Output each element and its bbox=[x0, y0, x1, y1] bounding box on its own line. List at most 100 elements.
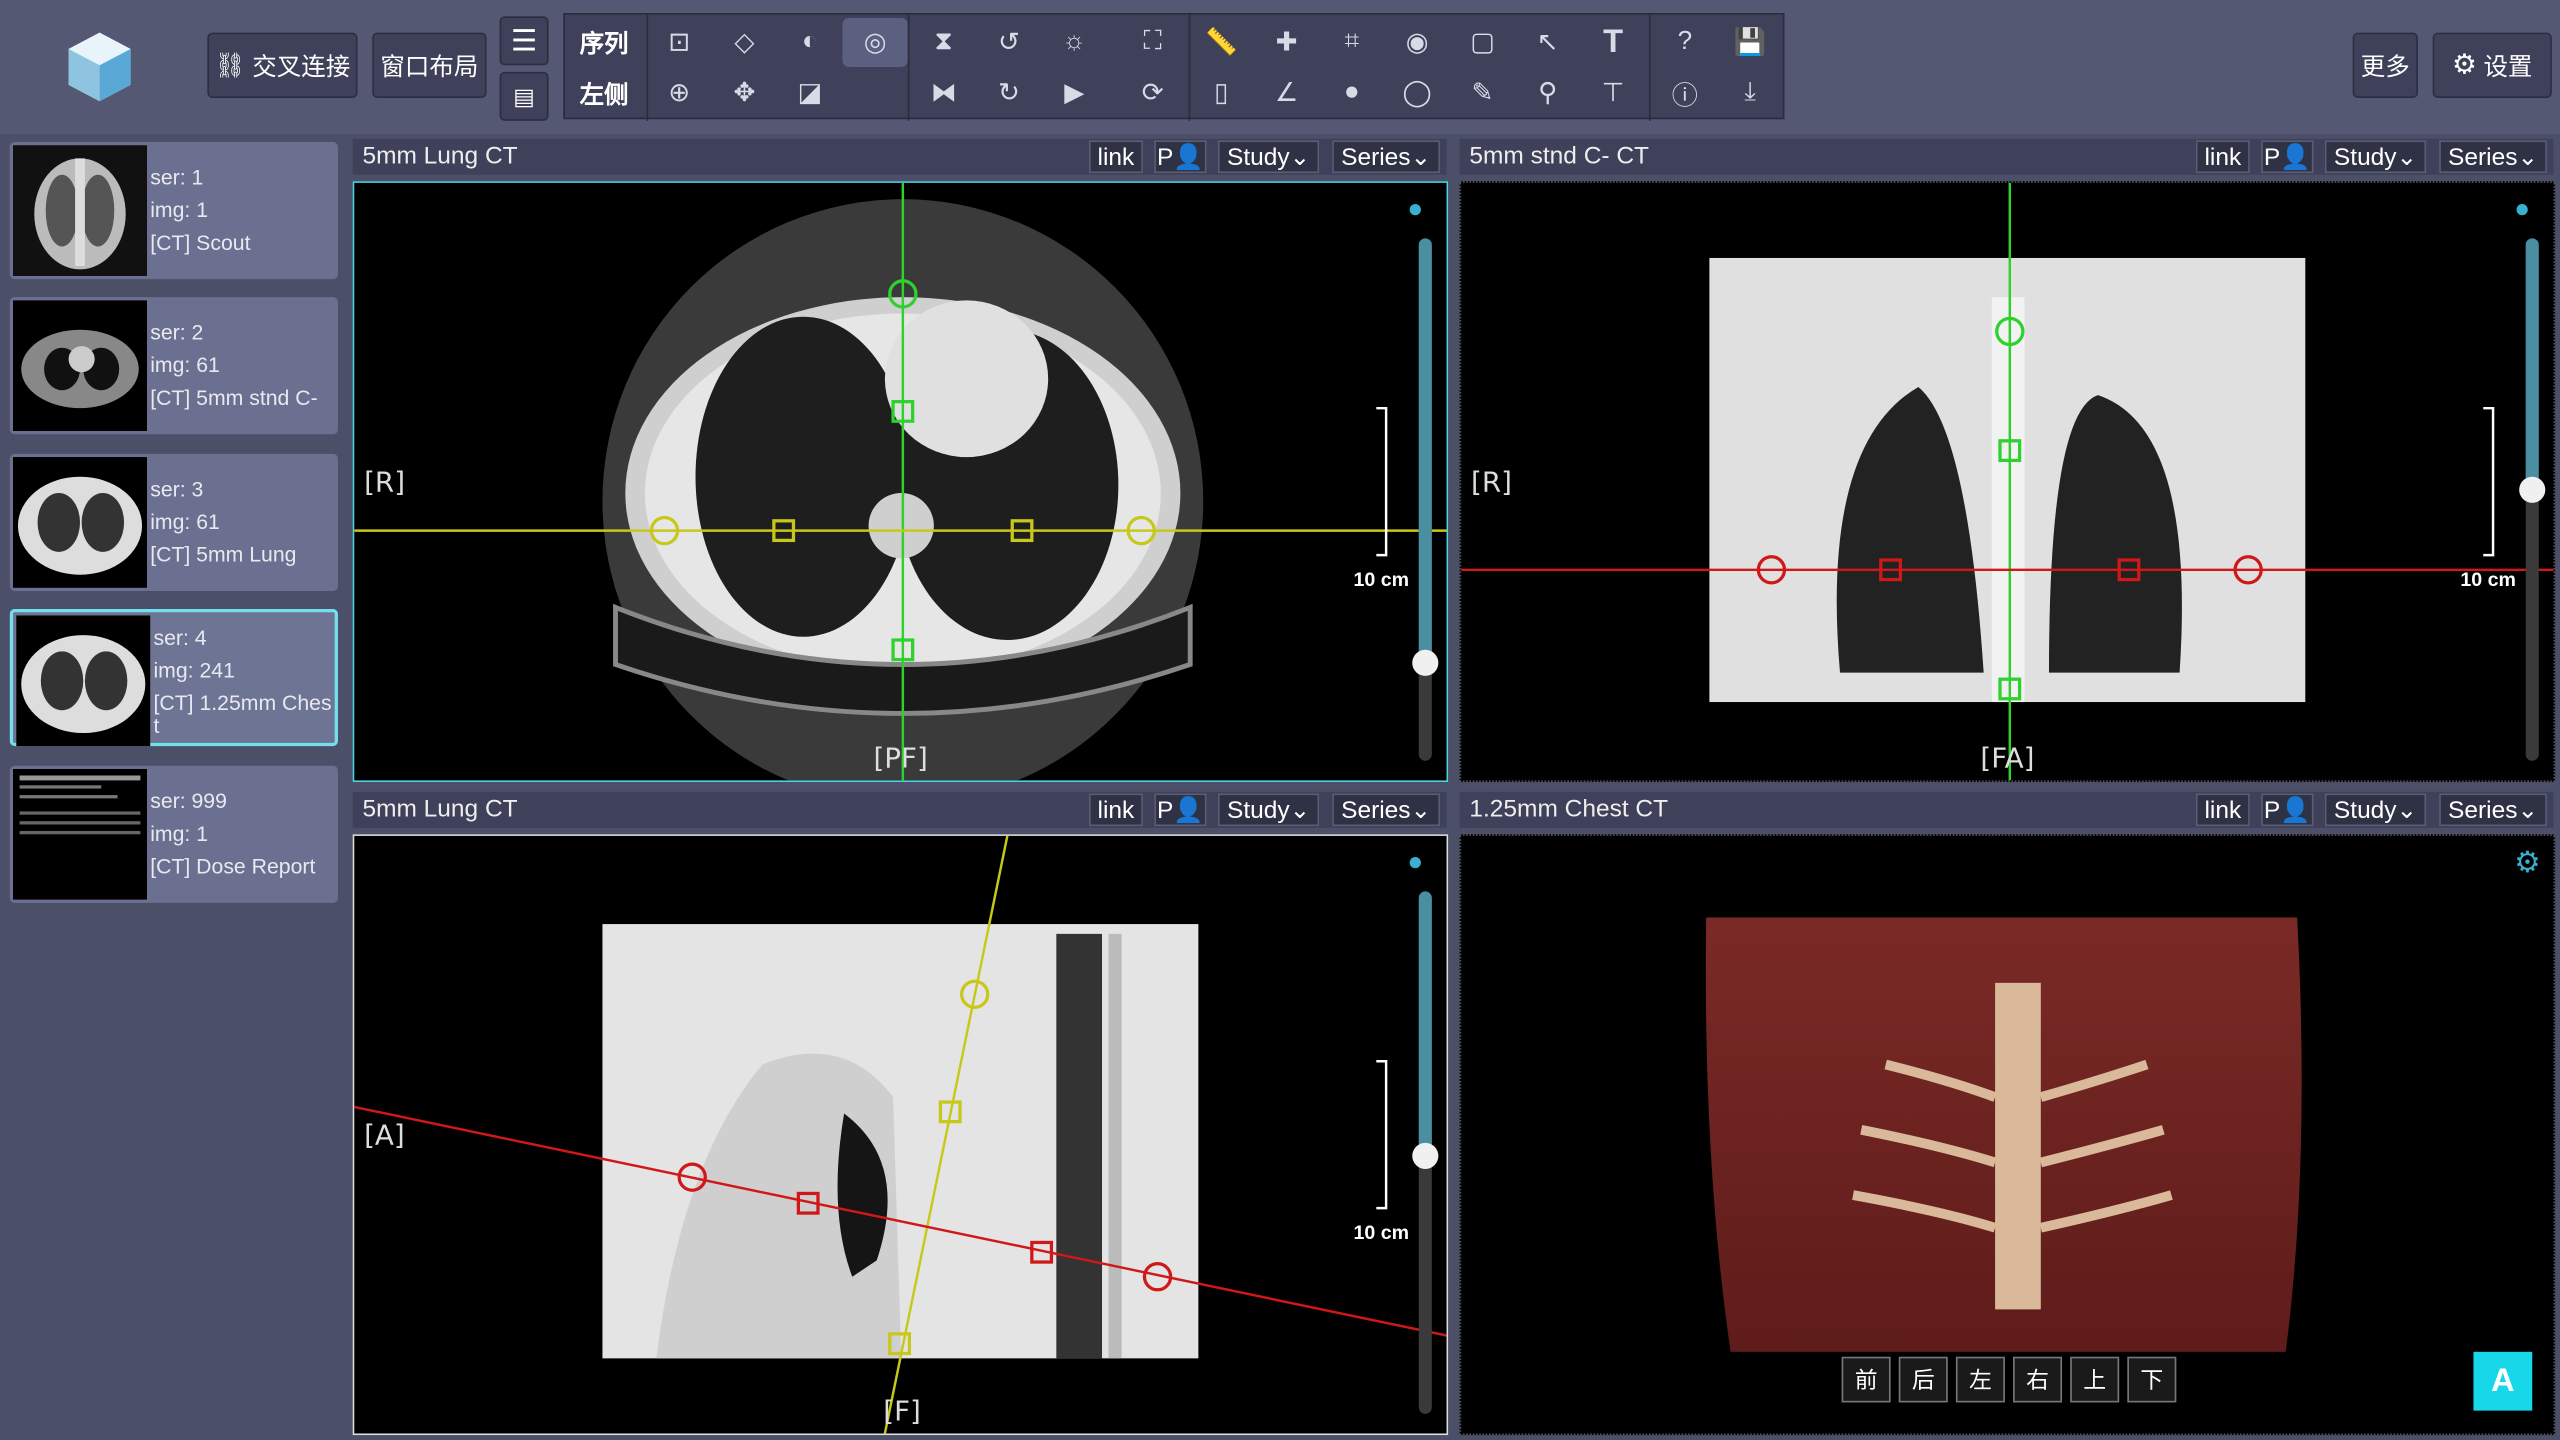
document-icon: ▤ bbox=[513, 82, 535, 109]
flip-vertical-icon[interactable]: ⧗ bbox=[911, 18, 976, 67]
patient-button[interactable]: P 👤 bbox=[1154, 140, 1207, 174]
rotate-ccw-icon[interactable]: ↺ bbox=[976, 18, 1041, 67]
chevron-down-icon: ⌄ bbox=[2517, 796, 2539, 825]
play-icon[interactable]: ▶ bbox=[1042, 69, 1107, 118]
gear-icon[interactable]: ⚙ bbox=[2514, 846, 2540, 880]
rectangle-icon[interactable]: ▢ bbox=[1450, 18, 1515, 67]
settings-button[interactable]: ⚙ 设置 bbox=[2432, 32, 2552, 98]
report-button[interactable]: ▤ bbox=[499, 71, 549, 121]
patient-button[interactable]: P 👤 bbox=[1154, 793, 1207, 827]
viewport-header: 5mm stnd C- CT link P 👤 Study ⌄ Series ⌄ bbox=[1459, 138, 2554, 175]
series-item[interactable]: ser: 999 img: 1 [CT] Dose Report bbox=[9, 765, 338, 903]
study-dropdown[interactable]: Study ⌄ bbox=[1217, 140, 1320, 174]
link-button[interactable]: link bbox=[2195, 140, 2250, 174]
cross-link-button[interactable]: ⛓ 交叉连接 bbox=[207, 32, 358, 98]
pen-icon[interactable]: ✎ bbox=[1450, 69, 1515, 118]
view-front-button[interactable]: 前 bbox=[1841, 1356, 1891, 1403]
volume-render-image bbox=[1705, 917, 2302, 1352]
link-button[interactable]: link bbox=[1088, 140, 1143, 174]
series-item[interactable]: ser: 1 img: 1 [CT] Scout bbox=[9, 142, 338, 280]
tool-group: 序列 左侧 ⊡ ⊕ ◇ ✥ ◐ ◪ ◎ ⧗ ⧓ ↺ ↻ ☼ ▶ ⛶ ⟳ 📏 ▯ … bbox=[563, 13, 1785, 121]
viewport-header: 5mm Lung CT link P 👤 Study ⌄ Series ⌄ bbox=[352, 791, 1447, 828]
slider-handle[interactable] bbox=[1412, 1142, 1439, 1169]
arrow-icon[interactable]: ↖ bbox=[1515, 18, 1580, 67]
axial-image bbox=[354, 182, 1447, 781]
flip-horizontal-icon[interactable]: ⧓ bbox=[911, 69, 976, 118]
series-dropdown[interactable]: Series ⌄ bbox=[1332, 793, 1440, 827]
series-item-selected[interactable]: ser: 4 img: 241 [CT] 1.25mm Ches t bbox=[9, 608, 338, 747]
text-box-icon[interactable]: ⊤ bbox=[1580, 69, 1645, 118]
info-icon[interactable]: ⓘ bbox=[1652, 69, 1717, 118]
slice-slider[interactable] bbox=[1418, 238, 1432, 761]
person-icon: 👤 bbox=[2280, 796, 2311, 825]
series-item[interactable]: ser: 3 img: 61 [CT] 5mm Lung bbox=[9, 453, 338, 592]
circle-roi-icon[interactable]: ◉ bbox=[1384, 18, 1449, 67]
gear-icon: ⚙ bbox=[2452, 48, 2477, 80]
link-button[interactable]: link bbox=[2195, 793, 2250, 827]
help-icon[interactable]: ? bbox=[1652, 18, 1717, 67]
zoom-icon[interactable]: ⊕ bbox=[647, 69, 712, 118]
roi-icon[interactable]: ◪ bbox=[777, 69, 842, 118]
cobb-angle-icon[interactable]: ⌗ bbox=[1319, 18, 1384, 67]
slider-handle[interactable] bbox=[1412, 649, 1439, 676]
view-back-button[interactable]: 后 bbox=[1898, 1356, 1948, 1403]
view-bottom-button[interactable]: 下 bbox=[2127, 1356, 2177, 1403]
chevron-down-icon: ⌄ bbox=[1410, 143, 1432, 172]
contrast-icon[interactable]: ◐ bbox=[777, 18, 842, 67]
link-button[interactable]: link bbox=[1088, 793, 1143, 827]
download-icon[interactable]: ⤓ bbox=[1718, 69, 1783, 118]
slider-handle[interactable] bbox=[2519, 476, 2546, 503]
chevron-down-icon: ⌄ bbox=[1410, 796, 1432, 825]
point-icon[interactable]: ● bbox=[1319, 69, 1384, 118]
crosshair-tool-icon[interactable]: ◎ bbox=[842, 17, 908, 67]
rotate-cw-icon[interactable]: ↻ bbox=[976, 69, 1041, 118]
series-thumbnail bbox=[13, 145, 147, 276]
angle-icon[interactable]: ∠ bbox=[1254, 69, 1319, 118]
left-row-label[interactable]: 左侧 bbox=[571, 69, 636, 118]
view-right-button[interactable]: 右 bbox=[2013, 1356, 2063, 1403]
probe-icon[interactable]: ⚲ bbox=[1515, 69, 1580, 118]
chevron-down-icon: ⌄ bbox=[2396, 143, 2418, 172]
ellipse-icon[interactable]: ◯ bbox=[1384, 69, 1449, 118]
study-dropdown[interactable]: Study ⌄ bbox=[2324, 140, 2427, 174]
fit-icon[interactable]: ⛶ bbox=[1120, 18, 1185, 67]
series-thumbnail bbox=[13, 457, 147, 588]
window-layout-button[interactable]: 窗口布局 bbox=[372, 32, 487, 98]
study-dropdown[interactable]: Study ⌄ bbox=[1217, 793, 1320, 827]
vertical-ruler-icon[interactable]: ▯ bbox=[1189, 69, 1254, 118]
ruler-icon[interactable]: 📏 bbox=[1189, 18, 1254, 67]
view-left-button[interactable]: 左 bbox=[1955, 1356, 2005, 1403]
viewport-3d[interactable]: ⚙ 前 后 左 右 上 下 bbox=[1459, 834, 2556, 1436]
reset-icon[interactable]: ⟳ bbox=[1120, 69, 1185, 118]
palette-icon[interactable]: ● bbox=[2514, 196, 2530, 225]
patient-button[interactable]: P 👤 bbox=[2261, 140, 2314, 174]
more-button[interactable]: 更多 bbox=[2352, 32, 2418, 98]
series-row-label[interactable]: 序列 bbox=[571, 18, 636, 67]
window-level-icon[interactable]: ⊡ bbox=[647, 18, 712, 67]
menu-button[interactable]: ☰ bbox=[499, 16, 549, 66]
hamburger-icon: ☰ bbox=[510, 23, 538, 57]
chevron-down-icon: ⌄ bbox=[1289, 143, 1311, 172]
palette-icon[interactable]: ● bbox=[1407, 849, 1423, 878]
viewport-header: 1.25mm Chest CT link P 👤 Study ⌄ Series ⌄ bbox=[1459, 791, 2554, 828]
series-dropdown[interactable]: Series ⌄ bbox=[2439, 793, 2547, 827]
text-icon[interactable]: T bbox=[1580, 18, 1645, 67]
series-dropdown[interactable]: Series ⌄ bbox=[2439, 140, 2547, 174]
patient-button[interactable]: P 👤 bbox=[2261, 793, 2314, 827]
palette-icon[interactable]: ● bbox=[1407, 196, 1423, 225]
invert-icon[interactable]: ☼ bbox=[1042, 18, 1107, 67]
study-dropdown[interactable]: Study ⌄ bbox=[2324, 793, 2427, 827]
anterior-view-button[interactable]: A bbox=[2473, 1351, 2533, 1411]
view-top-button[interactable]: 上 bbox=[2070, 1356, 2120, 1403]
magnify-icon[interactable]: ◇ bbox=[712, 18, 777, 67]
viewport-coronal[interactable]: [R] [FA] 10 cm ● bbox=[1459, 181, 2556, 783]
viewport-axial[interactable]: [R] [PF] 10 cm ● bbox=[352, 181, 1449, 783]
viewport-header: 5mm Lung CT link P 👤 Study ⌄ Series ⌄ bbox=[352, 138, 1447, 175]
pan-icon[interactable]: ✥ bbox=[712, 69, 777, 118]
series-dropdown[interactable]: Series ⌄ bbox=[1332, 140, 1440, 174]
save-icon[interactable]: 💾 bbox=[1718, 18, 1783, 67]
series-item[interactable]: ser: 2 img: 61 [CT] 5mm stnd C- bbox=[9, 297, 338, 435]
crosshair-icon[interactable]: ✚ bbox=[1254, 18, 1319, 67]
viewport-sagittal[interactable]: [A] [F] 10 cm ● bbox=[352, 834, 1449, 1436]
chevron-down-icon: ⌄ bbox=[1289, 796, 1311, 825]
